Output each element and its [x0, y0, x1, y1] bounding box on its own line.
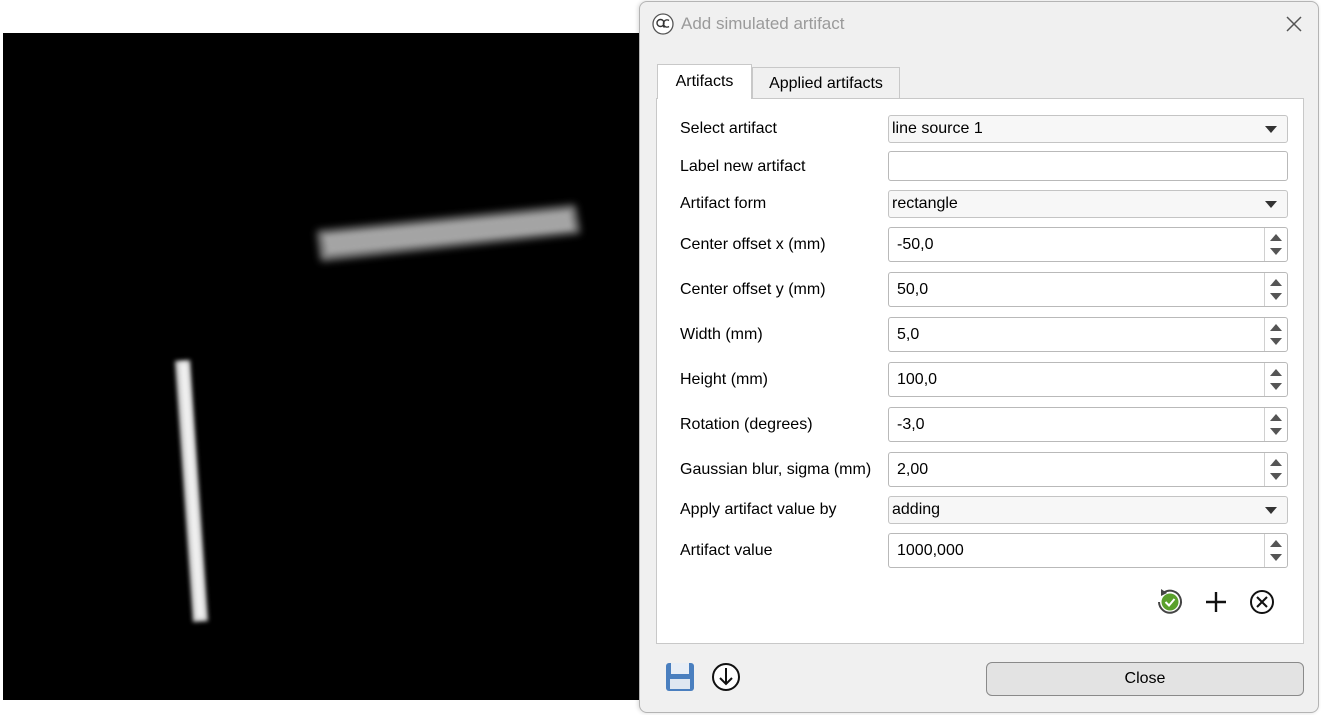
- spin-buttons: [1264, 534, 1287, 567]
- add-artifact-button[interactable]: [1199, 585, 1233, 619]
- spin-up-icon[interactable]: [1270, 234, 1282, 241]
- rotation-label: Rotation (degrees): [680, 416, 813, 433]
- delete-artifact-button[interactable]: [1245, 585, 1279, 619]
- floppy-disk-icon: [666, 663, 694, 691]
- spin-up-icon[interactable]: [1270, 279, 1282, 286]
- apply-by-combo[interactable]: adding: [888, 496, 1288, 524]
- spin-buttons: [1264, 453, 1287, 486]
- close-button[interactable]: Close: [986, 662, 1304, 696]
- height-spinbox[interactable]: 100,0: [888, 362, 1288, 397]
- spin-down-icon[interactable]: [1270, 293, 1282, 300]
- artifact-value-label: Artifact value: [680, 542, 773, 559]
- chevron-down-icon: [1265, 201, 1277, 208]
- label-new-artifact-label: Label new artifact: [680, 158, 806, 175]
- apply-by-label: Apply artifact value by: [680, 501, 837, 518]
- spin-down-icon[interactable]: [1270, 554, 1282, 561]
- select-artifact-value: line source 1: [892, 120, 983, 137]
- width-spinbox[interactable]: 5,0: [888, 317, 1288, 352]
- spin-down-icon[interactable]: [1270, 428, 1282, 435]
- artifact-value-value: 1000,000: [897, 542, 964, 559]
- width-label: Width (mm): [680, 326, 763, 343]
- tab-artifacts[interactable]: Artifacts: [657, 64, 752, 99]
- center-offset-x-value: -50,0: [897, 236, 934, 253]
- plus-icon: [1206, 592, 1226, 612]
- spin-buttons: [1264, 408, 1287, 441]
- spin-up-icon[interactable]: [1270, 540, 1282, 547]
- close-icon[interactable]: [1284, 14, 1304, 34]
- spin-buttons: [1264, 318, 1287, 351]
- artifact-form-value: rectangle: [892, 195, 958, 212]
- artifact-form-combo[interactable]: rectangle: [888, 190, 1288, 218]
- simulated-image: [3, 33, 640, 700]
- center-offset-x-spinbox[interactable]: -50,0: [888, 227, 1288, 262]
- spin-down-icon[interactable]: [1270, 473, 1282, 480]
- rotation-spinbox[interactable]: -3,0: [888, 407, 1288, 442]
- center-offset-y-value: 50,0: [897, 281, 929, 298]
- spin-down-icon[interactable]: [1270, 383, 1282, 390]
- image-viewer[interactable]: [3, 33, 640, 700]
- title-bar: Add simulated artifact: [640, 2, 1318, 46]
- chevron-down-icon: [1265, 507, 1277, 514]
- label-new-artifact-input[interactable]: [888, 151, 1288, 181]
- apply-artifact-button[interactable]: [1153, 585, 1187, 619]
- spin-buttons: [1264, 363, 1287, 396]
- artifact-value-spinbox[interactable]: 1000,000: [888, 533, 1288, 568]
- tab-applied-artifacts[interactable]: Applied artifacts: [752, 67, 900, 99]
- center-offset-y-spinbox[interactable]: 50,0: [888, 272, 1288, 307]
- gaussian-blur-spinbox[interactable]: 2,00: [888, 452, 1288, 487]
- gaussian-blur-value: 2,00: [897, 461, 929, 478]
- height-label: Height (mm): [680, 371, 769, 388]
- dialog-title: Add simulated artifact: [681, 14, 845, 33]
- select-artifact-combo[interactable]: line source 1: [888, 115, 1288, 143]
- spin-down-icon[interactable]: [1270, 248, 1282, 255]
- artifact-form-label: Artifact form: [680, 195, 767, 212]
- width-value: 5,0: [897, 326, 920, 343]
- rotation-value: -3,0: [897, 416, 925, 433]
- spin-up-icon[interactable]: [1270, 459, 1282, 466]
- save-button[interactable]: [663, 660, 697, 694]
- add-artifact-dialog: Add simulated artifact Artifacts Applied…: [639, 1, 1319, 713]
- apply-by-value: adding: [892, 501, 941, 518]
- spin-down-icon[interactable]: [1270, 338, 1282, 345]
- spin-up-icon[interactable]: [1270, 414, 1282, 421]
- refresh-check-icon: [1158, 589, 1182, 614]
- center-offset-y-label: Center offset y (mm): [680, 281, 826, 298]
- spin-up-icon[interactable]: [1270, 324, 1282, 331]
- gaussian-blur-label: Gaussian blur, sigma (mm): [680, 461, 872, 478]
- artifacts-panel: Select artifact line source 1 Label new …: [656, 98, 1304, 644]
- center-offset-x-label: Center offset x (mm): [680, 236, 826, 253]
- spin-buttons: [1264, 228, 1287, 261]
- select-artifact-label: Select artifact: [680, 120, 777, 137]
- chevron-down-icon: [1265, 126, 1277, 133]
- download-arrow-icon: [712, 663, 740, 691]
- height-value: 100,0: [897, 371, 938, 388]
- qc-logo-icon: [652, 13, 674, 35]
- spin-buttons: [1264, 273, 1287, 306]
- spin-up-icon[interactable]: [1270, 369, 1282, 376]
- circle-x-icon: [1250, 590, 1274, 614]
- load-button[interactable]: [709, 660, 743, 694]
